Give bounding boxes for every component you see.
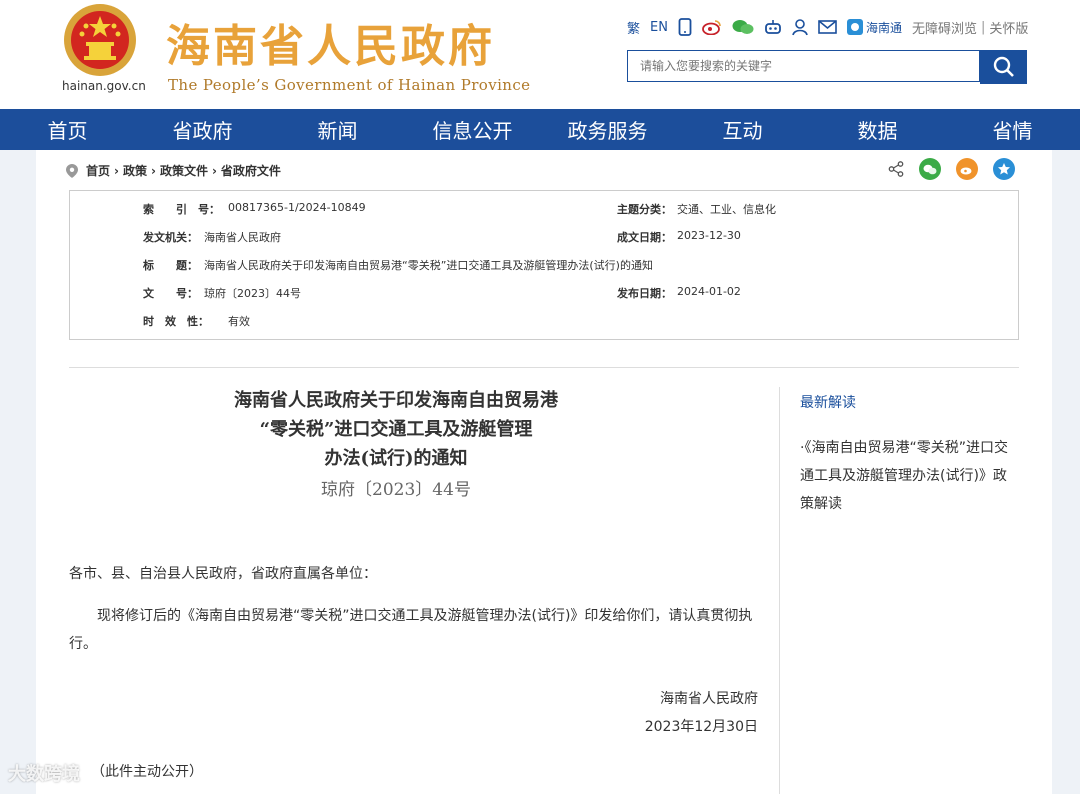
main-nav: 首页 省政府 新闻 信息公开 政务服务 互动 数据 省情 (0, 109, 1080, 150)
nav-item-province-overview[interactable]: 省情 (945, 109, 1080, 150)
nav-item-interaction[interactable]: 互动 (675, 109, 810, 150)
weibo-icon[interactable] (702, 19, 722, 35)
document-salutation: 各市、县、自治县人民政府，省政府直属各单位： (69, 566, 377, 582)
meta-row: 标 题： 海南省人民政府关于印发海南自由贸易港“零关税”进口交通工具及游艇管理办… (70, 257, 1018, 275)
meta-validity-value: 有效 (228, 315, 250, 328)
mobile-icon[interactable] (678, 18, 692, 36)
share-bar (888, 158, 1015, 180)
share-weibo-icon[interactable] (956, 158, 978, 180)
nav-item-provincial-government[interactable]: 省政府 (135, 109, 270, 150)
mail-icon[interactable] (818, 20, 837, 34)
site-header: hainan.gov.cn 海南省人民政府 The People’s Gover… (0, 0, 1080, 109)
site-subtitle: The People’s Government of Hainan Provin… (168, 76, 531, 94)
hainan-tong-icon (846, 19, 863, 35)
meta-title-value: 海南省人民政府关于印发海南自由贸易港“零关税”进口交通工具及游艇管理办法(试行)… (204, 259, 653, 272)
nav-item-government-services[interactable]: 政务服务 (540, 109, 675, 150)
meta-row: 发文机关： 海南省人民政府 成文日期： 2023-12-30 (70, 229, 1018, 247)
meta-issuer-value: 海南省人民政府 (204, 231, 281, 244)
accessibility-link[interactable]: 无障碍浏览 (912, 18, 977, 37)
english-link[interactable]: EN (650, 20, 668, 35)
search-button[interactable] (980, 50, 1027, 84)
main-content: 首页 › 政策 › 政策文件 › 省政府文件 索 引 号： 00817365-1… (36, 150, 1052, 794)
top-toolbar: 繁 EN 海南通 无障碍浏览 | 关怀版 (627, 16, 1028, 38)
robot-assistant-icon[interactable] (764, 19, 782, 35)
breadcrumb-separator: › (211, 163, 217, 178)
breadcrumb-separator: › (150, 163, 156, 178)
nav-item-home[interactable]: 首页 (0, 109, 135, 150)
column-divider (779, 387, 780, 794)
breadcrumb-separator: › (114, 163, 119, 178)
meta-index-value: 00817365-1/2024-10849 (228, 201, 366, 214)
meta-validity-label: 时 效 性： (143, 315, 209, 328)
section-divider (69, 367, 1019, 368)
user-icon[interactable] (792, 18, 808, 36)
meta-index-label: 索 引 号： (143, 203, 220, 216)
traditional-chinese-link[interactable]: 繁 (627, 18, 640, 37)
meta-row: 文 号： 琼府〔2023〕44号 发布日期： 2024-01-02 (70, 285, 1018, 303)
disclosure-note: （此件主动公开） (91, 764, 203, 780)
meta-docno-value: 琼府〔2023〕44号 (204, 287, 301, 300)
meta-published-label: 发布日期： (617, 287, 672, 300)
document-title: 海南省人民政府关于印发海南自由贸易港 “零关税”进口交通工具及游艇管理 办法(试… (186, 386, 606, 473)
site-title-logo[interactable]: 海南省人民政府 (166, 10, 495, 74)
wechat-icon[interactable] (732, 19, 754, 35)
breadcrumb-home[interactable]: 首页 (86, 162, 110, 179)
breadcrumb-provincial-documents[interactable]: 省政府文件 (221, 162, 281, 179)
site-url[interactable]: hainan.gov.cn (62, 79, 146, 93)
hainan-tong-label: 海南通 (865, 20, 902, 35)
meta-published-value: 2024-01-02 (677, 285, 741, 298)
document-title-line: “零关税”进口交通工具及游艇管理 (259, 419, 533, 440)
hainan-tong-link[interactable]: 海南通 (846, 19, 902, 36)
meta-created-label: 成文日期： (617, 231, 672, 244)
meta-topic-label: 主题分类： (617, 203, 672, 216)
share-icon[interactable] (888, 161, 904, 177)
document-title-line: 海南省人民政府关于印发海南自由贸易港 (234, 390, 558, 411)
meta-row: 索 引 号： 00817365-1/2024-10849 主题分类： 交通、工业… (70, 201, 1018, 219)
meta-docno-label: 文 号： (143, 287, 198, 300)
breadcrumb: 首页 › 政策 › 政策文件 › 省政府文件 (66, 162, 281, 179)
nav-item-news[interactable]: 新闻 (270, 109, 405, 150)
sidebar-title: 最新解读 (800, 395, 856, 411)
share-wechat-icon[interactable] (919, 158, 941, 180)
national-emblem-icon[interactable] (62, 2, 138, 78)
meta-row: 时 效 性： 有效 (70, 313, 1018, 331)
signature-organization: 海南省人民政府 (660, 691, 758, 707)
breadcrumb-policy[interactable]: 政策 (123, 162, 147, 179)
document-metadata-table: 索 引 号： 00817365-1/2024-10849 主题分类： 交通、工业… (69, 190, 1019, 340)
search-icon (993, 56, 1014, 77)
search-input[interactable] (627, 50, 980, 82)
document-paragraph: 现将修订后的《海南自由贸易港“零关税”进口交通工具及游艇管理办法(试行)》印发给… (69, 608, 753, 652)
meta-issuer-label: 发文机关： (143, 231, 198, 244)
document-number: 琼府〔2023〕44号 (321, 480, 471, 500)
sidebar-policy-interpretation-link[interactable]: ·《海南自由贸易港“零关税”进口交通工具及游艇管理办法(试行)》政策解读 (800, 434, 1020, 518)
meta-created-value: 2023-12-30 (677, 229, 741, 242)
meta-title-label: 标 题： (143, 259, 198, 272)
nav-item-data[interactable]: 数据 (810, 109, 945, 150)
watermark: 大数跨境 (8, 764, 80, 785)
location-pin-icon (66, 163, 78, 178)
meta-topic-value: 交通、工业、信息化 (677, 203, 776, 216)
elder-care-link[interactable]: 关怀版 (989, 18, 1028, 37)
signature-date: 2023年12月30日 (644, 719, 758, 735)
toolbar-separator: | (981, 19, 986, 35)
document-title-line: 办法(试行)的通知 (324, 448, 468, 469)
share-favorite-icon[interactable] (993, 158, 1015, 180)
nav-item-information-disclosure[interactable]: 信息公开 (405, 109, 540, 150)
breadcrumb-policy-documents[interactable]: 政策文件 (160, 162, 208, 179)
